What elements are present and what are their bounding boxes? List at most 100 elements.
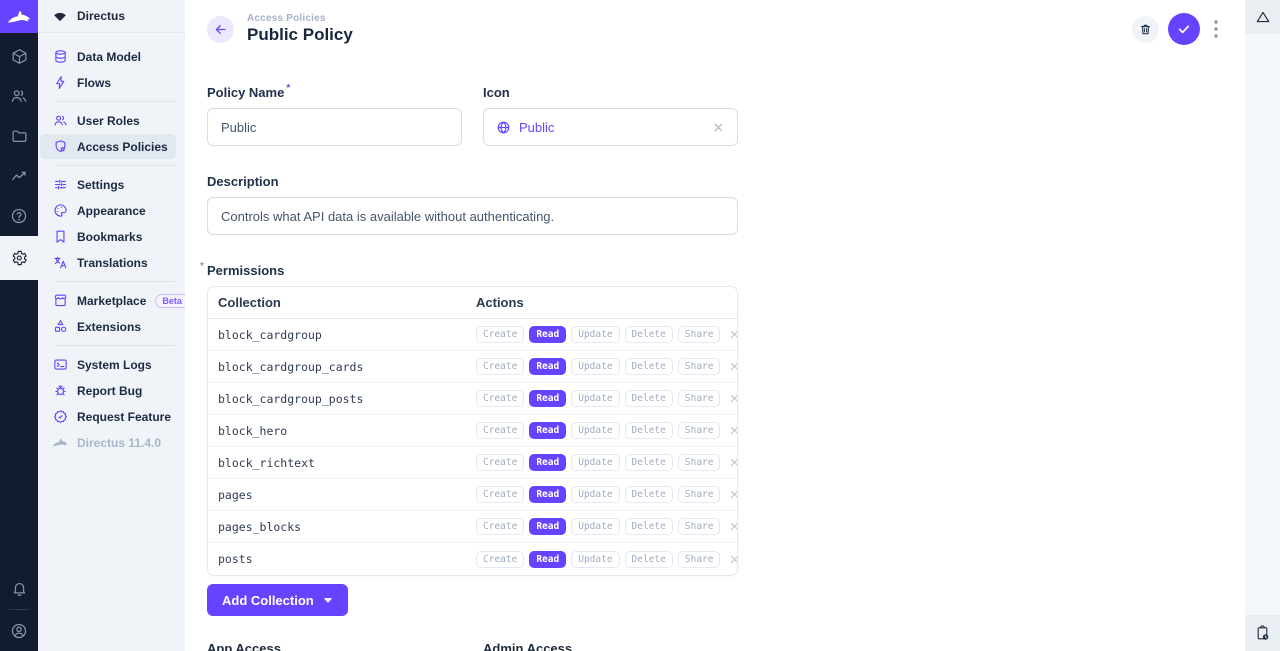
module-files-button[interactable] (0, 116, 38, 156)
read-chip[interactable]: Read (529, 551, 566, 568)
description-field: Description (207, 174, 1223, 235)
delete-chip[interactable]: Delete (625, 454, 673, 471)
delete-chip[interactable]: Delete (625, 422, 673, 439)
sidebar-item-data-model[interactable]: Data Model (40, 44, 176, 69)
module-help-button[interactable] (0, 196, 38, 236)
sidebar-item-translations[interactable]: Translations (40, 250, 176, 275)
share-chip[interactable]: Share (678, 518, 721, 535)
create-chip[interactable]: Create (476, 358, 524, 375)
sidebar-item-bookmarks[interactable]: Bookmarks (40, 224, 176, 249)
create-chip[interactable]: Create (476, 422, 524, 439)
update-chip[interactable]: Update (571, 518, 619, 535)
clear-icon-button[interactable] (712, 121, 725, 134)
remove-row-button[interactable] (728, 553, 738, 566)
sidebar-item-report-bug[interactable]: Report Bug (40, 378, 176, 403)
delete-chip[interactable]: Delete (625, 326, 673, 343)
icon-select[interactable]: Public (483, 108, 738, 146)
save-button[interactable] (1168, 13, 1200, 45)
share-chip[interactable]: Share (678, 390, 721, 407)
share-chip[interactable]: Share (678, 551, 721, 568)
remove-row-button[interactable] (728, 392, 738, 405)
kebab-menu-icon (1214, 20, 1218, 38)
breadcrumb[interactable]: Access Policies (247, 13, 353, 24)
update-chip[interactable]: Update (571, 326, 619, 343)
sidebar-divider (54, 165, 175, 166)
create-chip[interactable]: Create (476, 518, 524, 535)
create-chip[interactable]: Create (476, 390, 524, 407)
translate-icon (52, 255, 68, 270)
update-chip[interactable]: Update (571, 358, 619, 375)
category-icon (52, 319, 68, 334)
remove-row-button[interactable] (728, 520, 738, 533)
sidebar-item-flows[interactable]: Flows (40, 70, 176, 95)
module-content-button[interactable] (0, 36, 38, 76)
add-collection-button[interactable]: Add Collection (207, 584, 348, 616)
read-chip[interactable]: Read (529, 358, 566, 375)
bookmark-icon (52, 229, 68, 244)
sidebar-item-appearance[interactable]: Appearance (40, 198, 176, 223)
read-chip[interactable]: Read (529, 326, 566, 343)
share-chip[interactable]: Share (678, 358, 721, 375)
sidebar-item-access-policies[interactable]: Access Policies (40, 134, 176, 159)
share-chip[interactable]: Share (678, 326, 721, 343)
sidebar-item-system-logs[interactable]: System Logs (40, 352, 176, 377)
remove-row-button[interactable] (728, 488, 738, 501)
delete-chip[interactable]: Delete (625, 358, 673, 375)
create-chip[interactable]: Create (476, 326, 524, 343)
account-button[interactable] (0, 611, 38, 651)
sidebar-item-extensions[interactable]: Extensions (40, 314, 176, 339)
notifications-button[interactable] (0, 568, 38, 608)
table-row: block_cardgroup_posts Create Read Update… (208, 383, 737, 415)
table-row: posts Create Read Update Delete Share (208, 543, 737, 575)
read-chip[interactable]: Read (529, 486, 566, 503)
more-options-button[interactable] (1209, 16, 1223, 42)
right-sidebar-rail (1245, 0, 1280, 651)
update-chip[interactable]: Update (571, 486, 619, 503)
sidebar-item-settings[interactable]: Settings (40, 172, 176, 197)
sidebar-item-label: Bookmarks (77, 230, 142, 244)
policy-name-input[interactable] (207, 108, 462, 146)
remove-row-button[interactable] (728, 456, 738, 469)
action-chips: Create Read Update Delete Share (476, 486, 720, 503)
read-chip[interactable]: Read (529, 454, 566, 471)
collection-name: block_cardgroup_cards (218, 360, 476, 374)
module-insights-button[interactable] (0, 156, 38, 196)
update-chip[interactable]: Update (571, 454, 619, 471)
module-users-button[interactable] (0, 76, 38, 116)
share-chip[interactable]: Share (678, 454, 721, 471)
sidebar-item-user-roles[interactable]: User Roles (40, 108, 176, 133)
create-chip[interactable]: Create (476, 551, 524, 568)
description-input[interactable] (207, 197, 738, 235)
remove-row-button[interactable] (728, 328, 738, 341)
collection-name: pages (218, 488, 476, 502)
sidebar-item-request-feature[interactable]: Request Feature (40, 404, 176, 429)
directus-logo[interactable] (0, 0, 38, 33)
share-chip[interactable]: Share (678, 422, 721, 439)
share-chip[interactable]: Share (678, 486, 721, 503)
update-chip[interactable]: Update (571, 390, 619, 407)
read-chip[interactable]: Read (529, 518, 566, 535)
shield-lock-icon (52, 139, 68, 154)
revisions-toggle[interactable] (1245, 615, 1280, 651)
delete-chip[interactable]: Delete (625, 518, 673, 535)
sidebar-item-marketplace[interactable]: Marketplace Beta (40, 288, 176, 313)
action-chips: Create Read Update Delete Share (476, 390, 720, 407)
back-button[interactable] (207, 16, 234, 43)
update-chip[interactable]: Update (571, 422, 619, 439)
table-row: pages Create Read Update Delete Share (208, 479, 737, 511)
delete-button[interactable] (1132, 16, 1159, 43)
remove-row-button[interactable] (728, 424, 738, 437)
project-header[interactable]: Directus (38, 0, 185, 33)
create-chip[interactable]: Create (476, 486, 524, 503)
collection-name: pages_blocks (218, 520, 476, 534)
create-chip[interactable]: Create (476, 454, 524, 471)
delete-chip[interactable]: Delete (625, 390, 673, 407)
module-settings-button[interactable] (0, 236, 38, 280)
update-chip[interactable]: Update (571, 551, 619, 568)
remove-row-button[interactable] (728, 360, 738, 373)
delete-chip[interactable]: Delete (625, 486, 673, 503)
delete-chip[interactable]: Delete (625, 551, 673, 568)
read-chip[interactable]: Read (529, 422, 566, 439)
sidebar-info-toggle[interactable] (1245, 0, 1280, 34)
read-chip[interactable]: Read (529, 390, 566, 407)
